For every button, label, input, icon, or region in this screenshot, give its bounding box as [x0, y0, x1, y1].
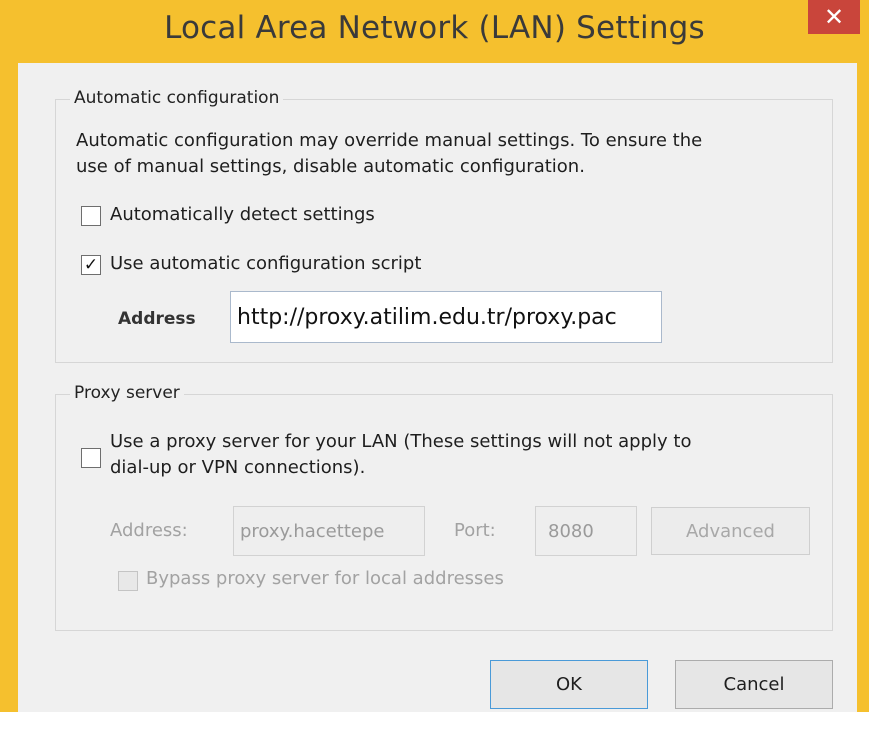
- proxy-address-input[interactable]: proxy.hacettepe: [233, 506, 425, 556]
- script-address-input[interactable]: http://proxy.atilim.edu.tr/proxy.pac: [230, 291, 662, 343]
- proxy-port-label: Port:: [454, 520, 496, 541]
- use-proxy-label-line1[interactable]: Use a proxy server for your LAN (These s…: [110, 429, 691, 455]
- dialog-title: Local Area Network (LAN) Settings: [164, 10, 705, 46]
- checkmark-icon: ✓: [83, 254, 99, 275]
- cancel-button[interactable]: Cancel: [675, 660, 833, 709]
- lan-settings-dialog: Local Area Network (LAN) Settings ✕ Auto…: [0, 0, 869, 712]
- use-proxy-label-line2[interactable]: dial-up or VPN connections).: [110, 455, 365, 481]
- auto-config-script-label[interactable]: Use automatic configuration script: [110, 251, 421, 277]
- auto-config-description-line2: use of manual settings, disable automati…: [76, 156, 585, 177]
- auto-config-script-checkbox[interactable]: ✓: [81, 255, 101, 275]
- proxy-server-legend: Proxy server: [70, 383, 184, 403]
- advanced-button[interactable]: Advanced: [651, 507, 810, 555]
- bypass-local-label[interactable]: Bypass proxy server for local addresses: [146, 568, 504, 589]
- use-proxy-checkbox[interactable]: [81, 448, 101, 468]
- proxy-address-label: Address:: [110, 520, 188, 541]
- script-address-label: Address: [118, 309, 196, 329]
- title-bar[interactable]: Local Area Network (LAN) Settings ✕: [0, 0, 869, 62]
- auto-config-description-line1: Automatic configuration may override man…: [76, 130, 703, 151]
- proxy-port-input[interactable]: 8080: [535, 506, 637, 556]
- automatic-configuration-legend: Automatic configuration: [70, 88, 284, 108]
- auto-detect-label[interactable]: Automatically detect settings: [110, 202, 375, 228]
- auto-detect-checkbox[interactable]: [81, 206, 101, 226]
- close-button[interactable]: ✕: [808, 0, 860, 34]
- ok-button[interactable]: OK: [490, 660, 648, 709]
- close-icon: ✕: [823, 3, 845, 31]
- dialog-body: Automatic configuration Automatic config…: [18, 63, 857, 712]
- bypass-local-checkbox[interactable]: [118, 571, 138, 591]
